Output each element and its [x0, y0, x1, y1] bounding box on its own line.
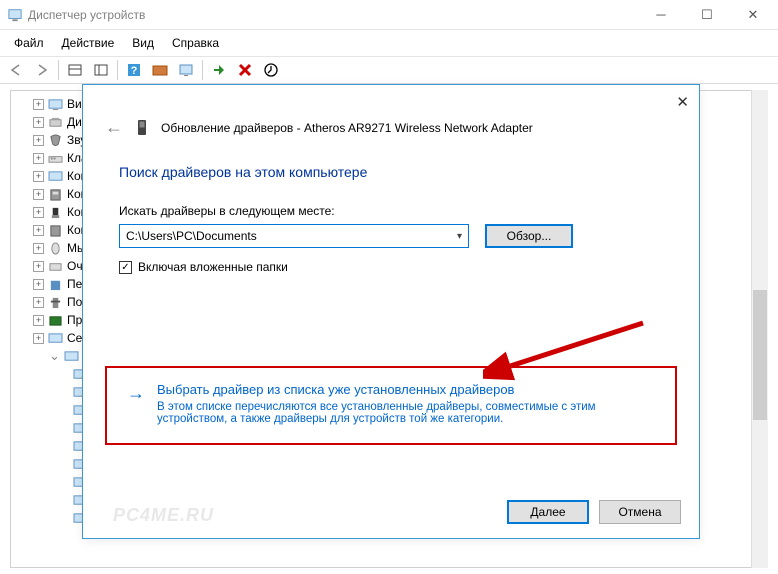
menu-action[interactable]: Действие: [54, 34, 123, 52]
toolbar: ?: [0, 56, 778, 84]
expander-icon[interactable]: +: [33, 171, 44, 182]
expander-icon[interactable]: +: [33, 225, 44, 236]
device-icon: [135, 119, 149, 137]
menu-file[interactable]: Файл: [6, 34, 52, 52]
pick-from-list-option[interactable]: → Выбрать драйвер из списка уже установл…: [105, 366, 677, 445]
scan-button[interactable]: [174, 58, 198, 82]
include-subfolders-checkbox[interactable]: ✓: [119, 261, 132, 274]
expander-icon[interactable]: +: [33, 333, 44, 344]
chevron-down-icon: ▾: [457, 231, 462, 242]
toolbar-btn-1[interactable]: [63, 58, 87, 82]
window-title: Диспетчер устройств: [28, 8, 145, 22]
expander-icon[interactable]: +: [33, 261, 44, 272]
next-button[interactable]: Далее: [507, 500, 589, 524]
cancel-button[interactable]: Отмена: [599, 500, 681, 524]
tree-scrollbar[interactable]: [751, 90, 768, 568]
nav-fwd-button[interactable]: [30, 58, 54, 82]
minimize-button[interactable]: ─: [638, 0, 684, 29]
expander-icon[interactable]: +: [33, 117, 44, 128]
help-button[interactable]: ?: [122, 58, 146, 82]
expander-icon[interactable]: +: [33, 315, 44, 326]
toolbar-btn-8[interactable]: [259, 58, 283, 82]
browse-button[interactable]: Обзор...: [485, 224, 573, 248]
svg-text:?: ?: [131, 65, 138, 77]
menubar: Файл Действие Вид Справка: [0, 30, 778, 56]
expander-icon[interactable]: +: [33, 297, 44, 308]
watermark: PC4ME.RU: [113, 505, 214, 526]
update-drv-button[interactable]: [207, 58, 231, 82]
toolbar-btn-2[interactable]: [89, 58, 113, 82]
uninstall-button[interactable]: [233, 58, 257, 82]
include-subfolders-label: Включая вложенные папки: [138, 260, 288, 274]
dialog-close-button[interactable]: ✕: [676, 93, 689, 111]
path-combobox[interactable]: C:\Users\PC\Documents ▾: [119, 224, 469, 248]
expander-icon[interactable]: +: [33, 99, 44, 110]
arrow-right-icon: →: [127, 384, 145, 402]
expander-icon[interactable]: +: [33, 153, 44, 164]
toolbar-btn-4[interactable]: [148, 58, 172, 82]
expander-icon[interactable]: +: [33, 189, 44, 200]
menu-view[interactable]: Вид: [124, 34, 162, 52]
titlebar: Диспетчер устройств ─ ☐ ✕: [0, 0, 778, 30]
option-desc: В этом списке перечисляются все установл…: [157, 401, 655, 425]
dialog-heading: Поиск драйверов на этом компьютере: [83, 138, 699, 180]
search-location-label: Искать драйверы в следующем месте:: [83, 180, 699, 224]
expander-icon[interactable]: +: [33, 279, 44, 290]
option-title: Выбрать драйвер из списка уже установлен…: [157, 382, 655, 397]
maximize-button[interactable]: ☐: [684, 0, 730, 29]
device-manager-icon: [8, 8, 22, 22]
expander-icon[interactable]: +: [33, 135, 44, 146]
dialog-back-button[interactable]: ←: [105, 117, 123, 138]
update-driver-dialog: ✕ ← Обновление драйверов - Atheros AR927…: [82, 84, 700, 539]
close-button[interactable]: ✕: [730, 0, 776, 29]
dialog-title: Обновление драйверов - Atheros AR9271 Wi…: [161, 121, 533, 135]
path-value: C:\Users\PC\Documents: [126, 229, 257, 243]
expander-icon[interactable]: +: [33, 207, 44, 218]
expander-icon[interactable]: +: [33, 243, 44, 254]
menu-help[interactable]: Справка: [164, 34, 227, 52]
nav-back-button[interactable]: [4, 58, 28, 82]
